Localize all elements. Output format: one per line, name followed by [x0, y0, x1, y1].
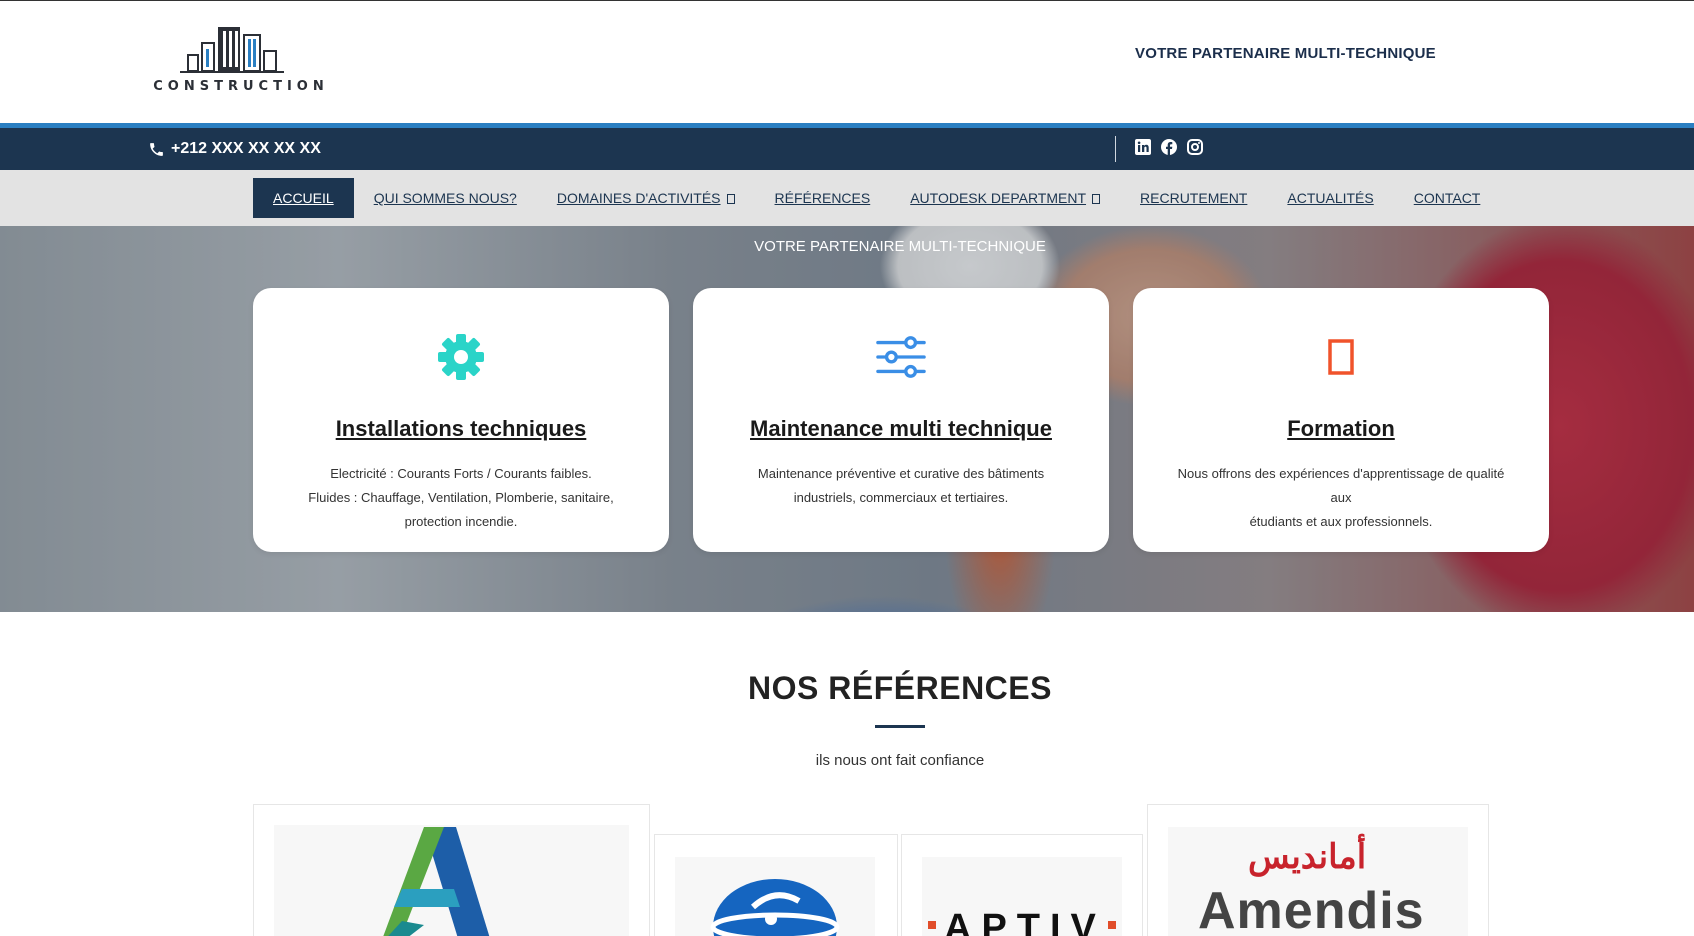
card-line: étudiants et aux professionnels. — [1249, 514, 1433, 529]
hero-caption: VOTRE PARTENAIRE MULTI-TECHNIQUE — [754, 238, 1046, 255]
linkedin-icon[interactable] — [1134, 138, 1151, 155]
contact-bar: +212 XXX XX XX XX — [0, 123, 1694, 170]
site-header: CONSTRUCTION VOTRE PARTENAIRE MULTI-TECH… — [0, 0, 1694, 123]
logo-image: أمانديس Amendis — [1168, 827, 1468, 936]
dropdown-caret-icon — [726, 194, 735, 204]
nav-item-actualites[interactable]: ACTUALITÉS — [1267, 178, 1393, 218]
nav-menu: ACCUEIL QUI SOMMES NOUS? DOMAINES D'ACTI… — [253, 178, 1500, 218]
amendis-logo-text: Amendis — [1198, 882, 1425, 936]
sliders-icon — [876, 332, 926, 382]
reference-logo-globe[interactable] — [654, 834, 898, 936]
service-card-formation[interactable]: Formation Nous offrons des expériences d… — [1133, 288, 1549, 552]
nav-item-domaines-label: DOMAINES D'ACTIVITÉS — [556, 190, 721, 206]
dropdown-caret-icon — [1092, 194, 1101, 204]
nav-item-recrutement[interactable]: RECRUTEMENT — [1120, 178, 1267, 218]
nav-item-autodesk-label: AUTODESK DEPARTMENT — [910, 190, 1087, 206]
gear-icon — [436, 332, 486, 382]
amendis-arabic-text: أمانديس — [1248, 838, 1367, 876]
aptiv-dot-icon — [928, 921, 936, 929]
autodesk-logo-icon — [383, 827, 490, 936]
aptiv-dot-icon — [1108, 921, 1116, 929]
card-line: Electricité : Courants Forts / Courants … — [330, 466, 592, 481]
references-subtitle: ils nous ont fait confiance — [815, 752, 985, 769]
card-line: Maintenance préventive et curative des b… — [757, 466, 1045, 481]
logo-image — [675, 857, 875, 936]
header-tagline: VOTRE PARTENAIRE MULTI-TECHNIQUE — [1135, 45, 1436, 62]
logo-image — [274, 825, 629, 936]
social-links — [1134, 138, 1203, 155]
nav-item-qui-sommes-nous[interactable]: QUI SOMMES NOUS? — [354, 178, 537, 218]
card-line: industriels, commerciaux et tertiaires. — [793, 490, 1009, 505]
aptiv-logo-text: APTIV — [944, 907, 1106, 936]
logo-image: APTIV — [922, 857, 1122, 936]
references-title: NOS RÉFÉRENCES — [748, 670, 1052, 706]
reference-logo-aptiv[interactable]: APTIV — [901, 834, 1143, 936]
nav-item-domaines[interactable]: DOMAINES D'ACTIVITÉS — [537, 178, 755, 218]
reference-logo-amendis[interactable]: أمانديس Amendis — [1147, 804, 1489, 936]
site-logo[interactable]: CONSTRUCTION — [136, 23, 346, 99]
card-description: Electricité : Courants Forts / Courants … — [291, 462, 631, 534]
card-title[interactable]: Installations techniques — [253, 416, 669, 442]
globe-logo-icon — [710, 879, 840, 936]
phone-number: +212 XXX XX XX XX — [171, 140, 321, 157]
nav-item-references[interactable]: RÉFÉRENCES — [755, 178, 891, 218]
topbar-divider — [1115, 136, 1116, 162]
nav-item-autodesk[interactable]: AUTODESK DEPARTMENT — [890, 178, 1120, 218]
nav-item-accueil[interactable]: ACCUEIL — [253, 178, 354, 218]
hero-section: VOTRE PARTENAIRE MULTI-TECHNIQUE Install… — [0, 226, 1694, 612]
title-underline — [875, 725, 925, 728]
service-card-maintenance[interactable]: Maintenance multi technique Maintenance … — [693, 288, 1109, 552]
card-description: Nous offrons des expériences d'apprentis… — [1171, 462, 1511, 534]
nav-item-contact[interactable]: CONTACT — [1394, 178, 1501, 218]
service-card-installations[interactable]: Installations techniques Electricité : C… — [253, 288, 669, 552]
card-line: Fluides : Chauffage, Ventilation, Plombe… — [308, 490, 614, 505]
instagram-icon[interactable] — [1186, 138, 1203, 155]
facebook-icon[interactable] — [1160, 138, 1177, 155]
card-line: protection incendie. — [404, 514, 518, 529]
card-line: Nous offrons des expériences d'apprentis… — [1177, 466, 1505, 505]
tablet-icon — [1316, 332, 1366, 382]
reference-logo-autodesk[interactable] — [253, 804, 650, 936]
phone-icon — [150, 142, 163, 156]
card-title[interactable]: Maintenance multi technique — [693, 416, 1109, 442]
building-logo-icon — [180, 27, 284, 73]
page: CONSTRUCTION VOTRE PARTENAIRE MULTI-TECH… — [0, 0, 1694, 936]
phone-link[interactable]: +212 XXX XX XX XX — [148, 140, 321, 158]
logo-text: CONSTRUCTION — [153, 79, 329, 94]
card-title[interactable]: Formation — [1133, 416, 1549, 442]
main-nav: ACCUEIL QUI SOMMES NOUS? DOMAINES D'ACTI… — [0, 170, 1694, 226]
card-description: Maintenance préventive et curative des b… — [731, 462, 1071, 510]
